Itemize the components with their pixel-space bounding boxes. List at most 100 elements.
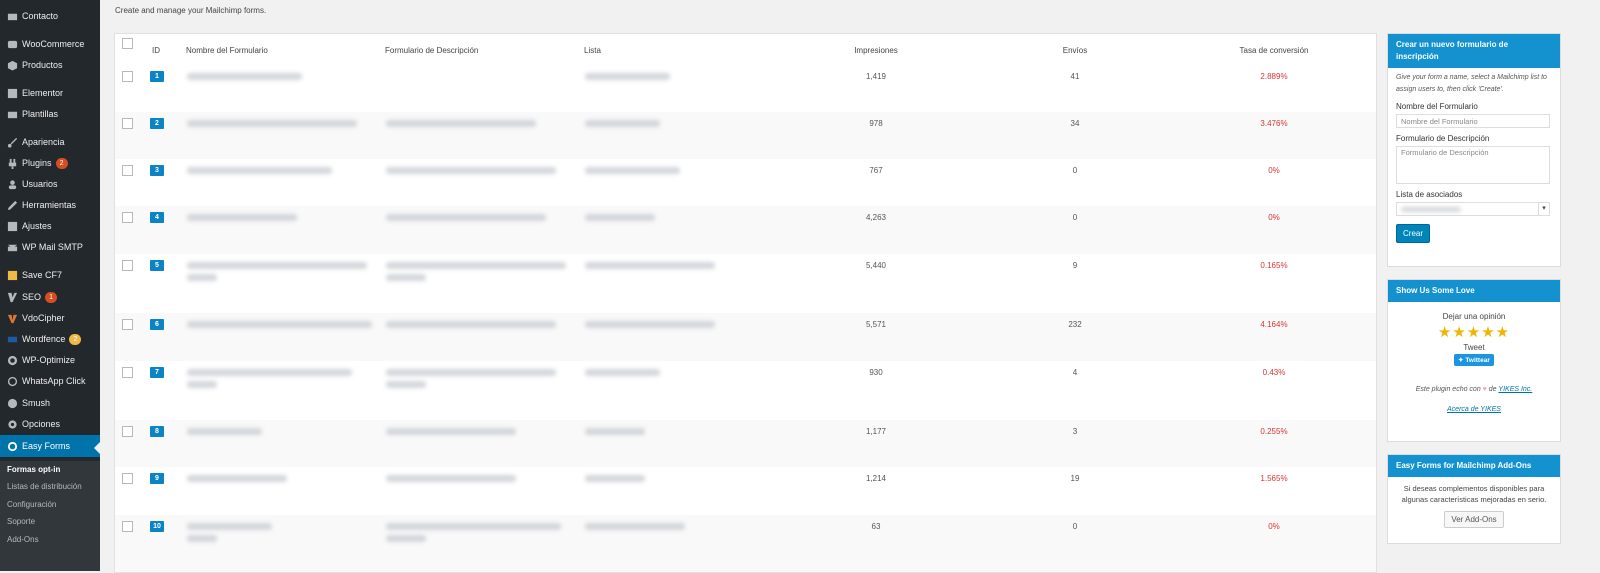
form-name-redacted[interactable] <box>187 167 332 174</box>
smush-icon <box>6 397 18 409</box>
list-select[interactable]: ▾ <box>1396 202 1550 216</box>
menu-label: WhatsApp Click <box>22 376 86 386</box>
form-name-redacted[interactable] <box>187 214 297 221</box>
form-name-redacted[interactable] <box>187 321 372 328</box>
form-id-badge[interactable]: 3 <box>150 165 164 176</box>
shield-icon <box>6 333 18 345</box>
form-id-badge[interactable]: 5 <box>150 260 164 271</box>
menu-item-contacto[interactable]: Contacto <box>0 6 100 26</box>
column-header-name[interactable]: Nombre del Formulario <box>186 46 268 55</box>
menu-item-easy-forms[interactable]: Easy Forms <box>0 435 100 457</box>
select-all-checkbox[interactable] <box>122 38 133 49</box>
company-link[interactable]: YIKES Inc. <box>1498 386 1532 393</box>
table-row[interactable]: 7 930 4 0.43% <box>115 361 1376 420</box>
form-description-textarea[interactable]: Formulario de Descripción <box>1396 146 1550 184</box>
menu-item-plantillas[interactable]: Plantillas <box>0 104 100 124</box>
create-button[interactable]: Crear <box>1396 224 1431 243</box>
form-name-redacted[interactable] <box>187 523 272 530</box>
column-header-description[interactable]: Formulario de Descripción <box>385 46 478 55</box>
menu-item-elementor[interactable]: Elementor <box>0 83 100 103</box>
row-checkbox[interactable] <box>122 260 133 271</box>
submenu-listas[interactable]: Listas de distribución <box>7 482 82 491</box>
form-name-redacted[interactable] <box>187 475 287 482</box>
submissions-cell: 4 <box>1072 368 1078 377</box>
menu-item-whatsapp-click[interactable]: WhatsApp Click <box>0 371 100 391</box>
view-addons-button[interactable]: Ver Add-Ons <box>1444 511 1504 528</box>
row-checkbox[interactable] <box>122 473 133 484</box>
table-row[interactable]: 3 767 0 0% <box>115 159 1376 206</box>
menu-item-productos[interactable]: Productos <box>0 55 100 75</box>
update-count-badge: 2 <box>69 333 82 345</box>
rating-stars[interactable]: ★★★★★ <box>1396 323 1552 341</box>
twitter-button[interactable]: ✦ Twittear <box>1454 354 1494 366</box>
row-checkbox[interactable] <box>122 165 133 176</box>
form-id-badge[interactable]: 6 <box>150 319 164 330</box>
form-id-badge[interactable]: 2 <box>150 118 164 129</box>
impressions-cell: 978 <box>869 119 883 128</box>
form-description-redacted <box>386 120 536 127</box>
table-row[interactable]: 4 4,263 0 0% <box>115 206 1376 254</box>
menu-item-ajustes[interactable]: Ajustes <box>0 216 100 236</box>
table-row[interactable]: 8 1,177 3 0.255% <box>115 420 1376 467</box>
form-name-redacted[interactable] <box>187 262 367 269</box>
form-id-badge[interactable]: 1 <box>150 71 164 82</box>
about-link[interactable]: Acerca de YIKES <box>1447 406 1501 413</box>
submenu-add-ons[interactable]: Add-Ons <box>7 535 39 544</box>
form-name-redacted[interactable] <box>187 428 262 435</box>
elementor-icon <box>6 87 18 99</box>
menu-item-apariencia[interactable]: Apariencia <box>0 132 100 152</box>
row-checkbox[interactable] <box>122 521 133 532</box>
row-checkbox[interactable] <box>122 319 133 330</box>
form-id-badge[interactable]: 10 <box>150 521 164 532</box>
form-name-redacted[interactable] <box>187 369 352 376</box>
row-checkbox[interactable] <box>122 212 133 223</box>
menu-item-usuarios[interactable]: Usuarios <box>0 174 100 194</box>
conversion-cell: 4.164% <box>1260 320 1288 329</box>
twitter-bird-icon: ✦ <box>1458 357 1464 364</box>
menu-item-herramientas[interactable]: Herramientas <box>0 195 100 215</box>
row-checkbox[interactable] <box>122 118 133 129</box>
row-checkbox[interactable] <box>122 367 133 378</box>
submenu-configuracion[interactable]: Configuración <box>7 500 56 509</box>
menu-item-woocommerce[interactable]: WooCommerce <box>0 34 100 54</box>
table-row[interactable]: 10 63 0 0% <box>115 515 1376 572</box>
star-icon[interactable]: ★ <box>1496 324 1510 341</box>
star-icon[interactable]: ★ <box>1438 324 1452 341</box>
form-id-badge[interactable]: 4 <box>150 212 164 223</box>
table-row[interactable]: 1 1,419 41 2.889% <box>115 65 1376 112</box>
menu-item-opciones[interactable]: Opciones <box>0 414 100 434</box>
menu-item-plugins[interactable]: Plugins 2 <box>0 153 100 173</box>
table-row[interactable]: 6 5,571 232 4.164% <box>115 313 1376 361</box>
menu-item-seo[interactable]: SEO 1 <box>0 287 100 307</box>
row-checkbox[interactable] <box>122 426 133 437</box>
table-row[interactable]: 5 5,440 9 0.165% <box>115 254 1376 313</box>
menu-item-wp-optimize[interactable]: WP-Optimize <box>0 350 100 370</box>
form-id-badge[interactable]: 8 <box>150 426 164 437</box>
submenu-soporte[interactable]: Soporte <box>7 517 35 526</box>
table-row[interactable]: 9 1,214 19 1.565% <box>115 467 1376 515</box>
form-name-redacted[interactable] <box>187 73 302 80</box>
menu-item-save-cf7[interactable]: Save CF7 <box>0 265 100 285</box>
table-row[interactable]: 2 978 34 3.476% <box>115 112 1376 159</box>
column-header-list[interactable]: Lista <box>584 46 601 55</box>
menu-item-wp-mail-smtp[interactable]: WP Mail SMTP <box>0 237 100 257</box>
mail-icon <box>6 10 18 22</box>
form-id-badge[interactable]: 7 <box>150 367 164 378</box>
star-icon[interactable]: ★ <box>1467 324 1481 341</box>
column-header-id[interactable]: ID <box>152 46 160 55</box>
row-checkbox[interactable] <box>122 71 133 82</box>
easy-forms-submenu: Formas opt-in Listas de distribución Con… <box>0 461 100 571</box>
form-id-badge[interactable]: 9 <box>150 473 164 484</box>
menu-item-vdocipher[interactable]: VdoCipher <box>0 308 100 328</box>
column-header-conversion[interactable]: Tasa de conversión <box>1240 46 1309 55</box>
form-name-redacted[interactable] <box>187 120 357 127</box>
column-header-submissions[interactable]: Envíos <box>1063 46 1087 55</box>
star-icon[interactable]: ★ <box>1452 324 1466 341</box>
form-name-input[interactable]: Nombre del Formulario <box>1396 114 1550 128</box>
made-by-text: Este plugin echo con ♥ de YIKES Inc. <box>1396 384 1552 396</box>
star-icon[interactable]: ★ <box>1481 324 1495 341</box>
menu-item-wordfence[interactable]: Wordfence 2 <box>0 329 100 349</box>
submenu-formas-opt-in[interactable]: Formas opt-in <box>7 465 60 474</box>
menu-item-smush[interactable]: Smush <box>0 393 100 413</box>
column-header-impressions[interactable]: Impresiones <box>854 46 898 55</box>
